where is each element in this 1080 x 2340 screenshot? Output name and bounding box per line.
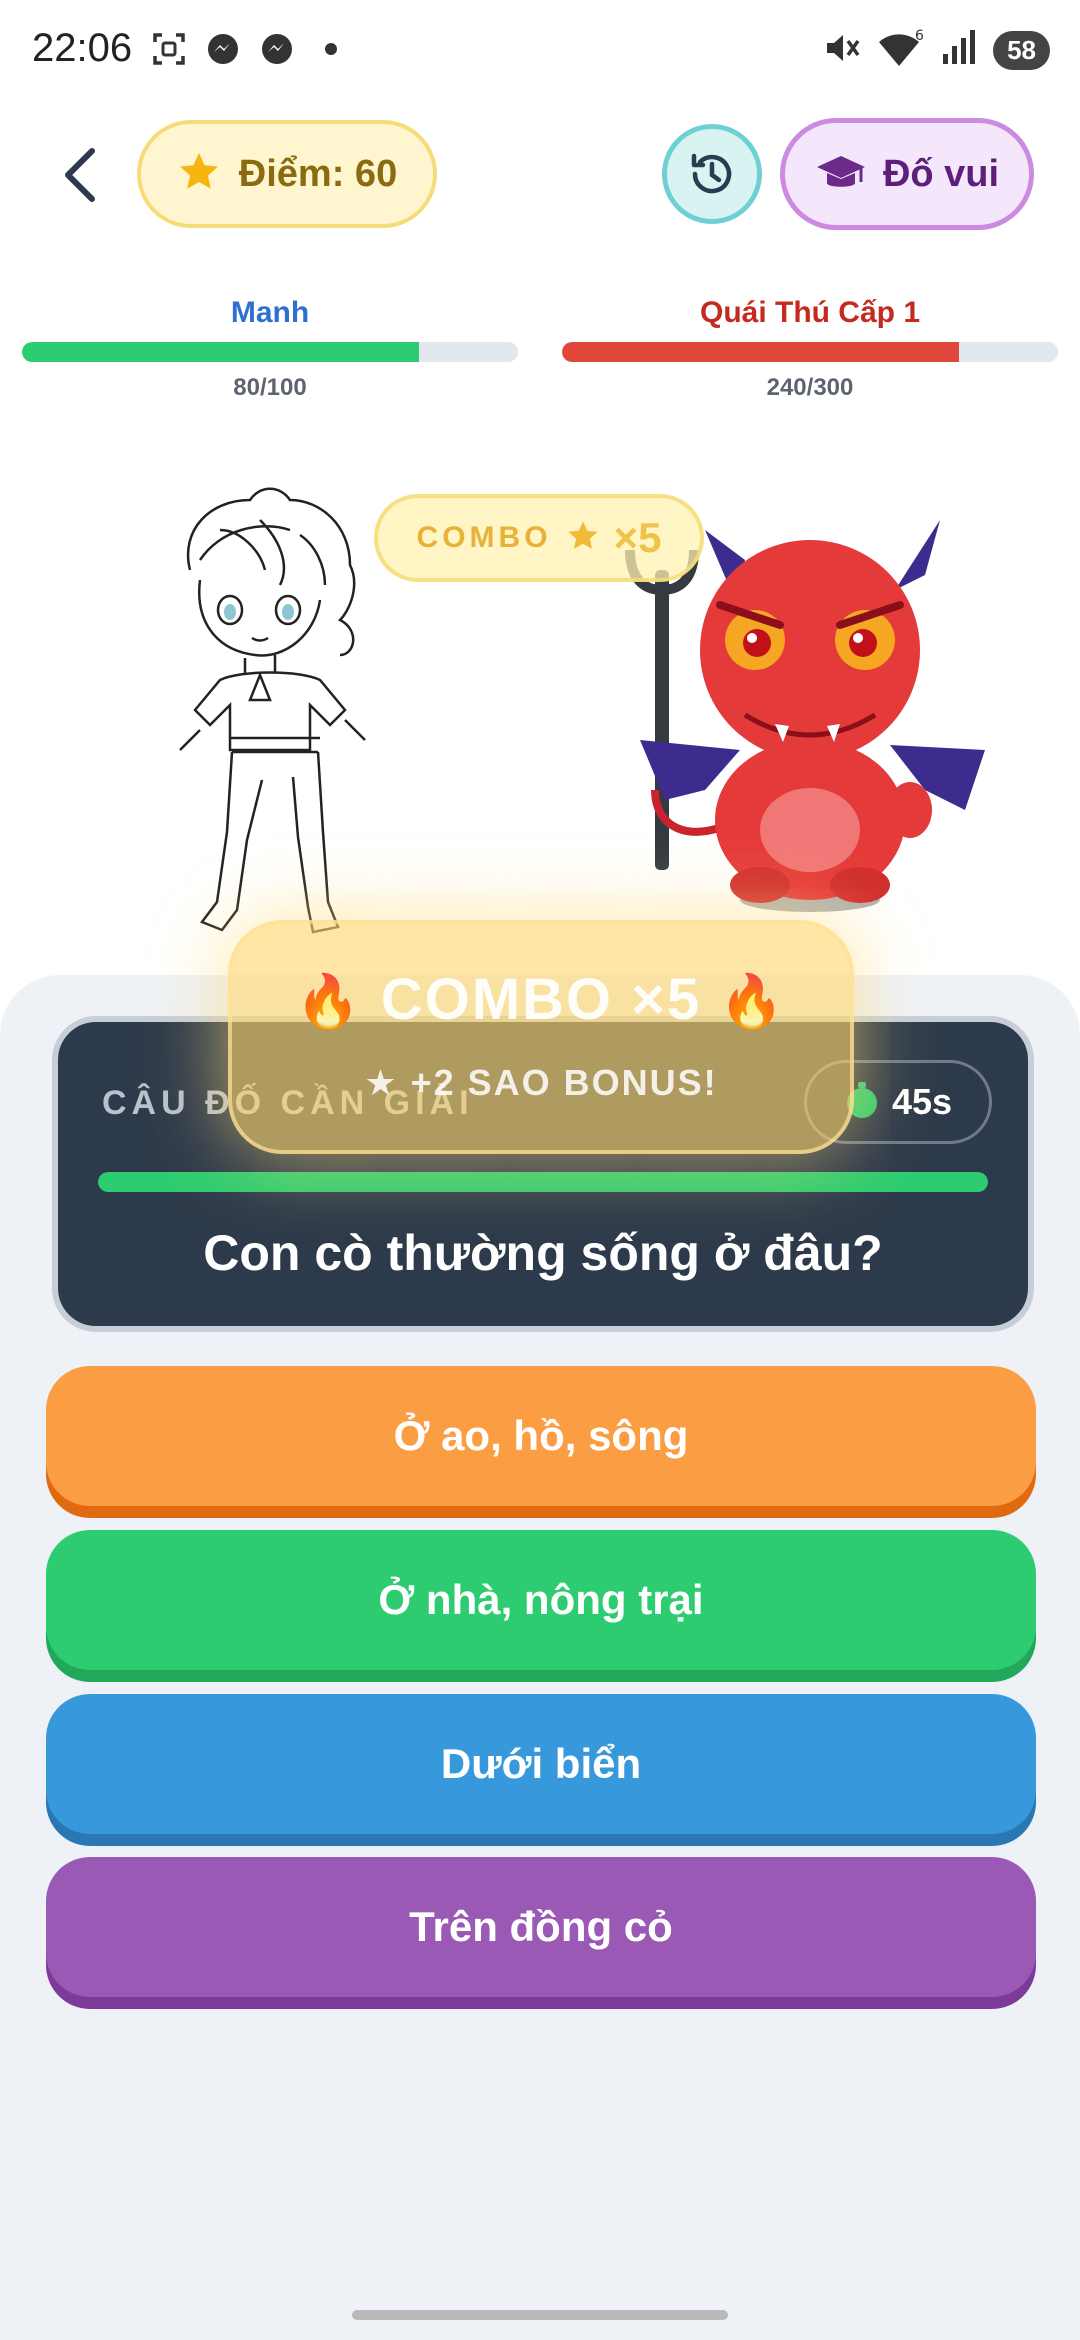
score-label: Điểm: 60	[238, 152, 398, 195]
answer-option-label: Trên đồng cỏ	[409, 1903, 673, 1950]
screenshot-icon	[150, 30, 188, 68]
player-hp: Manh 80/100	[22, 296, 518, 402]
graduation-cap-icon	[816, 156, 865, 187]
combo-tag: COMBO ×5	[374, 494, 704, 582]
answer-option-label: Dưới biển	[440, 1740, 642, 1787]
status-system-icons: 6 58	[821, 28, 1050, 73]
answer-option-4[interactable]: Trên đồng cỏ	[46, 1857, 1036, 1997]
home-indicator[interactable]	[352, 2310, 728, 2320]
answer-option-2[interactable]: Ở nhà, nông trại	[46, 1530, 1036, 1670]
enemy-hp-fill	[562, 342, 959, 362]
status-time: 22:06	[32, 26, 133, 70]
player-hp-bar	[22, 342, 518, 362]
enemy-hp: Quái Thú Cấp 1 240/300	[562, 296, 1058, 402]
wifi-icon: 6	[877, 28, 925, 73]
star-icon	[566, 519, 600, 558]
question-timer-fill	[98, 1172, 988, 1192]
fire-icon: 🔥	[295, 973, 363, 1031]
question-text: Con cò thường sống ở đâu?	[203, 1225, 883, 1281]
timer-value: 45s	[891, 1081, 953, 1122]
combo-tag-multiplier: ×5	[613, 514, 662, 561]
player-hp-fill	[22, 342, 419, 362]
status-bar: 22:06 6 58	[0, 0, 1080, 100]
combo-popup-title-row: 🔥 COMBO ×5 🔥	[232, 966, 850, 1033]
answer-option-label: Ở ao, hồ, sông	[393, 1412, 689, 1459]
player-hp-value: 80/100	[233, 374, 307, 401]
history-button[interactable]	[662, 124, 762, 224]
messenger-icon	[204, 30, 242, 68]
back-button[interactable]	[50, 140, 110, 210]
player-name: Manh	[230, 296, 310, 329]
quiz-mode-button[interactable]: Đố vui	[780, 118, 1034, 230]
enemy-hp-bar	[562, 342, 1058, 362]
answer-option-3[interactable]: Dưới biển	[46, 1694, 1036, 1834]
answer-option-1[interactable]: Ở ao, hồ, sông	[46, 1366, 1036, 1506]
combo-popup-title: COMBO ×5	[380, 967, 702, 1032]
combo-popup-subtitle-row: ★ +2 SAO BONUS!	[232, 1062, 850, 1104]
messenger-icon	[258, 30, 296, 68]
signal-icon	[941, 28, 977, 73]
dot-icon	[312, 30, 350, 68]
fire-icon: 🔥	[719, 973, 787, 1031]
hero-character	[179, 487, 366, 934]
mute-icon	[821, 28, 861, 73]
battery-indicator: 58	[993, 31, 1050, 70]
enemy-hp-value: 240/300	[766, 374, 854, 401]
enemy-name: Quái Thú Cấp 1	[699, 296, 921, 329]
combo-popup: 🔥 COMBO ×5 🔥 ★ +2 SAO BONUS!	[228, 920, 854, 1154]
history-icon	[691, 153, 732, 194]
combo-tag-label: COMBO	[416, 521, 552, 554]
score-badge: Điểm: 60	[137, 120, 437, 228]
question-timer-bar	[98, 1172, 988, 1192]
status-notification-icons	[150, 30, 350, 68]
chevron-left-icon	[65, 148, 95, 202]
svg-text:6: 6	[915, 28, 924, 44]
answer-option-label: Ở nhà, nông trại	[378, 1576, 704, 1623]
star-icon: ★	[364, 1062, 399, 1103]
game-screen: 22:06 6 58 Điểm: 60 Đố vui Manh 80/100 Q…	[0, 0, 1080, 2340]
star-icon	[177, 150, 221, 199]
combo-popup-subtitle: +2 SAO BONUS!	[410, 1062, 718, 1103]
quiz-mode-label: Đố vui	[882, 152, 1000, 195]
